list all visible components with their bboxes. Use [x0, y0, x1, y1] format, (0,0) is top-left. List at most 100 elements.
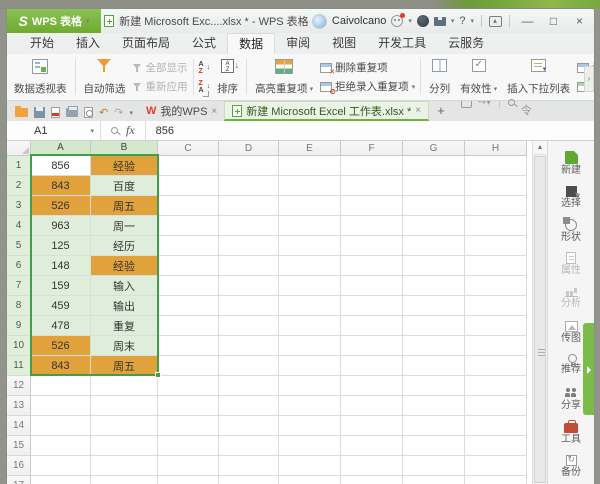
cell-A16[interactable] [31, 456, 91, 476]
pivot-table-button[interactable]: 数据透视表 [9, 56, 72, 98]
cell-D11[interactable] [219, 356, 279, 376]
chevron-down-icon[interactable]: ▾ [470, 17, 474, 25]
cell-H17[interactable] [465, 476, 527, 484]
cell-C8[interactable] [158, 296, 219, 316]
auto-filter-button[interactable]: 自动筛选 [79, 56, 131, 98]
cell-G6[interactable] [403, 256, 465, 276]
column-header-G[interactable]: G [403, 141, 465, 156]
column-header-E[interactable]: E [279, 141, 341, 156]
cell-F16[interactable] [341, 456, 403, 476]
cell-B17[interactable] [91, 476, 158, 484]
export-pdf-icon[interactable] [51, 107, 60, 118]
cell-B7[interactable]: 输入 [91, 276, 158, 296]
row-header-5[interactable]: 5 [7, 236, 31, 256]
chevron-down-icon[interactable]: ▾ [408, 17, 412, 25]
cell-C2[interactable] [158, 176, 219, 196]
new-tab-button[interactable]: + [429, 103, 453, 121]
column-header-A[interactable]: A [31, 141, 91, 156]
column-header-H[interactable]: H [465, 141, 527, 156]
cell-F8[interactable] [341, 296, 403, 316]
cell-E9[interactable] [279, 316, 341, 336]
cell-G12[interactable] [403, 376, 465, 396]
row-header-8[interactable]: 8 [7, 296, 31, 316]
cell-B15[interactable] [91, 436, 158, 456]
highlight-duplicates-button[interactable]: 高亮重复项 ▾ [250, 56, 318, 98]
cell-C11[interactable] [158, 356, 219, 376]
cell-C16[interactable] [158, 456, 219, 476]
select-all-corner[interactable] [7, 141, 31, 156]
cell-B9[interactable]: 重复 [91, 316, 158, 336]
cell-H8[interactable] [465, 296, 527, 316]
cell-F5[interactable] [341, 236, 403, 256]
cell-F7[interactable] [341, 276, 403, 296]
cell-A12[interactable] [31, 376, 91, 396]
cell-A3[interactable]: 526 [31, 196, 91, 216]
sidebar-item-新建[interactable]: 新建 [554, 151, 588, 181]
cell-B16[interactable] [91, 456, 158, 476]
ribbon-tab-数据[interactable]: 数据 [227, 33, 276, 54]
row-header-17[interactable]: 17 [7, 476, 31, 484]
ribbon-tab-插入[interactable]: 插入 [65, 33, 111, 54]
cell-D16[interactable] [219, 456, 279, 476]
cell-F2[interactable] [341, 176, 403, 196]
help-button[interactable]: ? [459, 15, 465, 27]
cell-D10[interactable] [219, 336, 279, 356]
cell-G4[interactable] [403, 216, 465, 236]
remove-duplicates-button[interactable]: 删除重复项 [320, 60, 415, 76]
cell-D1[interactable] [219, 156, 279, 176]
cell-D8[interactable] [219, 296, 279, 316]
cell-F10[interactable] [341, 336, 403, 356]
undo-icon[interactable]: ↶ [99, 107, 108, 118]
task-pane-handle[interactable] [583, 323, 594, 415]
cell-D2[interactable] [219, 176, 279, 196]
cell-E13[interactable] [279, 396, 341, 416]
cell-C1[interactable] [158, 156, 219, 176]
cell-H14[interactable] [465, 416, 527, 436]
print-icon[interactable] [66, 106, 78, 117]
chevron-down-icon[interactable]: ▾ [90, 127, 94, 135]
ribbon-tab-视图[interactable]: 视图 [321, 33, 367, 54]
cell-A9[interactable]: 478 [31, 316, 91, 336]
user-name[interactable]: Caivolcano [332, 15, 386, 27]
cell-A5[interactable]: 125 [31, 236, 91, 256]
cell-E2[interactable] [279, 176, 341, 196]
cell-E16[interactable] [279, 456, 341, 476]
row-header-1[interactable]: 1 [7, 156, 31, 176]
sidebar-item-形状[interactable]: 形状 [554, 217, 588, 248]
cell-C17[interactable] [158, 476, 219, 484]
cell-C5[interactable] [158, 236, 219, 256]
active-document-tab[interactable]: 新建 Microsoft Excel 工作表.xlsx * × [224, 101, 430, 121]
cell-H12[interactable] [465, 376, 527, 396]
cell-G7[interactable] [403, 276, 465, 296]
column-header-B[interactable]: B [91, 141, 158, 156]
cell-H6[interactable] [465, 256, 527, 276]
cell-E12[interactable] [279, 376, 341, 396]
skin-theme-icon[interactable] [433, 16, 446, 26]
row-header-16[interactable]: 16 [7, 456, 31, 476]
cell-A14[interactable] [31, 416, 91, 436]
cell-D12[interactable] [219, 376, 279, 396]
row-header-12[interactable]: 12 [7, 376, 31, 396]
sort-button[interactable]: AZ 排序 [212, 56, 243, 98]
insert-dropdown-list-button[interactable]: 插入下拉列表 [502, 56, 575, 98]
cell-G3[interactable] [403, 196, 465, 216]
cell-E5[interactable] [279, 236, 341, 256]
cell-E11[interactable] [279, 356, 341, 376]
cell-G9[interactable] [403, 316, 465, 336]
cell-E15[interactable] [279, 436, 341, 456]
cell-C15[interactable] [158, 436, 219, 456]
cell-B2[interactable]: 百度 [91, 176, 158, 196]
show-all-button[interactable]: 全部显示 [132, 60, 188, 75]
cell-D3[interactable] [219, 196, 279, 216]
sort-ascending-button[interactable]: A Z ↓ [199, 60, 211, 75]
cell-D14[interactable] [219, 416, 279, 436]
cell-B6[interactable]: 经验 [91, 256, 158, 276]
cell-E14[interactable] [279, 416, 341, 436]
cell-C12[interactable] [158, 376, 219, 396]
cell-E4[interactable] [279, 216, 341, 236]
scrollbar-thumb[interactable] [534, 156, 546, 483]
cell-C10[interactable] [158, 336, 219, 356]
sidebar-item-备份[interactable]: 备份 [554, 454, 588, 484]
cell-E1[interactable] [279, 156, 341, 176]
customize-toolbar-chevron-icon[interactable]: ▾ [129, 109, 133, 117]
